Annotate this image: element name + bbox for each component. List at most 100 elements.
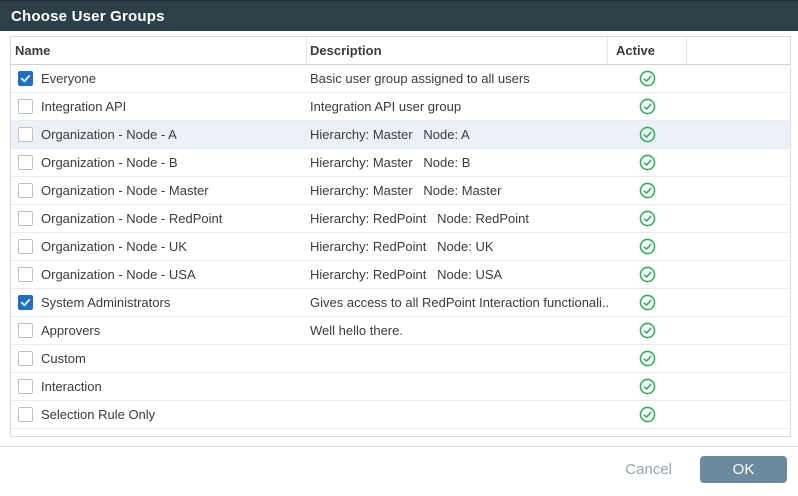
circle-check-icon — [639, 70, 656, 87]
checkbox-icon[interactable] — [18, 127, 33, 142]
group-table-body: Everyone Basic user group assigned to al… — [11, 65, 790, 429]
row-name-cell: Selection Rule Only — [11, 407, 307, 422]
row-active-cell — [608, 210, 687, 227]
row-active-cell — [608, 266, 687, 283]
row-name-cell: Custom — [11, 351, 307, 366]
row-name-label: Organization - Node - RedPoint — [41, 211, 222, 226]
column-header-name: Name — [11, 37, 307, 64]
row-active-cell — [608, 378, 687, 395]
row-description: Hierarchy: Master Node: B — [307, 155, 608, 170]
row-name-label: System Administrators — [41, 295, 170, 310]
row-name-label: Integration API — [41, 99, 126, 114]
row-active-cell — [608, 154, 687, 171]
row-active-cell — [608, 406, 687, 423]
circle-check-icon — [639, 266, 656, 283]
checkbox-icon[interactable] — [18, 407, 33, 422]
checkbox-icon[interactable] — [18, 99, 33, 114]
table-row[interactable]: Organization - Node - B Hierarchy: Maste… — [11, 149, 790, 177]
checkbox-icon[interactable] — [18, 71, 33, 86]
row-name-cell: Organization - Node - B — [11, 155, 307, 170]
row-active-cell — [608, 98, 687, 115]
row-name-label: Organization - Node - USA — [41, 267, 196, 282]
column-header-active: Active — [608, 37, 687, 64]
table-row[interactable]: Selection Rule Only — [11, 401, 790, 429]
circle-check-icon — [639, 154, 656, 171]
row-name-label: Approvers — [41, 323, 100, 338]
row-name-cell: Organization - Node - RedPoint — [11, 211, 307, 226]
table-row[interactable]: Custom — [11, 345, 790, 373]
row-name-label: Interaction — [41, 379, 102, 394]
checkbox-icon[interactable] — [18, 323, 33, 338]
table-header-row: Name Description Active — [11, 37, 790, 65]
row-description: Basic user group assigned to all users — [307, 71, 608, 86]
circle-check-icon — [639, 238, 656, 255]
checkbox-icon[interactable] — [18, 295, 33, 310]
checkbox-icon[interactable] — [18, 379, 33, 394]
row-active-cell — [608, 182, 687, 199]
row-active-cell — [608, 126, 687, 143]
column-header-description: Description — [307, 37, 608, 64]
circle-check-icon — [639, 98, 656, 115]
row-active-cell — [608, 322, 687, 339]
row-name-label: Selection Rule Only — [41, 407, 155, 422]
table-row[interactable]: Everyone Basic user group assigned to al… — [11, 65, 790, 93]
row-name-label: Organization - Node - A — [41, 127, 177, 142]
footer-divider — [0, 446, 798, 447]
dialog-title: Choose User Groups — [11, 8, 165, 25]
circle-check-icon — [639, 378, 656, 395]
check-glyph-icon — [20, 73, 31, 84]
table-row[interactable]: Organization - Node - USA Hierarchy: Red… — [11, 261, 790, 289]
row-name-label: Organization - Node - B — [41, 155, 178, 170]
circle-check-icon — [639, 126, 656, 143]
row-name-label: Everyone — [41, 71, 96, 86]
row-name-cell: Organization - Node - A — [11, 127, 307, 142]
row-name-cell: Organization - Node - Master — [11, 183, 307, 198]
check-glyph-icon — [20, 297, 31, 308]
table-row[interactable]: Interaction — [11, 373, 790, 401]
row-name-label: Custom — [41, 351, 86, 366]
row-description: Hierarchy: RedPoint Node: UK — [307, 239, 608, 254]
table-row[interactable]: System Administrators Gives access to al… — [11, 289, 790, 317]
table-row[interactable]: Organization - Node - UK Hierarchy: RedP… — [11, 233, 790, 261]
checkbox-icon[interactable] — [18, 155, 33, 170]
checkbox-icon[interactable] — [18, 239, 33, 254]
row-description: Hierarchy: Master Node: A — [307, 127, 608, 142]
checkbox-icon[interactable] — [18, 267, 33, 282]
row-active-cell — [608, 70, 687, 87]
row-active-cell — [608, 294, 687, 311]
row-name-label: Organization - Node - Master — [41, 183, 209, 198]
table-row[interactable]: Organization - Node - A Hierarchy: Maste… — [11, 121, 790, 149]
row-description: Hierarchy: RedPoint Node: RedPoint — [307, 211, 608, 226]
row-name-cell: Interaction — [11, 379, 307, 394]
table-row[interactable]: Organization - Node - Master Hierarchy: … — [11, 177, 790, 205]
row-name-cell: Organization - Node - UK — [11, 239, 307, 254]
checkbox-icon[interactable] — [18, 351, 33, 366]
row-description: Well hello there. — [307, 323, 608, 338]
row-description: Integration API user group — [307, 99, 608, 114]
table-row[interactable]: Approvers Well hello there. — [11, 317, 790, 345]
checkbox-icon[interactable] — [18, 183, 33, 198]
circle-check-icon — [639, 294, 656, 311]
dialog-titlebar: Choose User Groups — [0, 0, 798, 31]
row-name-cell: Integration API — [11, 99, 307, 114]
row-description: Gives access to all RedPoint Interaction… — [307, 295, 608, 310]
table-row[interactable]: Integration API Integration API user gro… — [11, 93, 790, 121]
circle-check-icon — [639, 210, 656, 227]
circle-check-icon — [639, 322, 656, 339]
row-description: Hierarchy: RedPoint Node: USA — [307, 267, 608, 282]
table-row[interactable]: Organization - Node - RedPoint Hierarchy… — [11, 205, 790, 233]
circle-check-icon — [639, 350, 656, 367]
row-name-label: Organization - Node - UK — [41, 239, 187, 254]
user-groups-table: Name Description Active Everyone Basic u… — [10, 36, 791, 437]
row-active-cell — [608, 350, 687, 367]
row-name-cell: Everyone — [11, 71, 307, 86]
row-description: Hierarchy: Master Node: Master — [307, 183, 608, 198]
row-active-cell — [608, 238, 687, 255]
circle-check-icon — [639, 406, 656, 423]
row-name-cell: System Administrators — [11, 295, 307, 310]
row-name-cell: Approvers — [11, 323, 307, 338]
ok-button[interactable]: OK — [700, 456, 787, 483]
circle-check-icon — [639, 182, 656, 199]
checkbox-icon[interactable] — [18, 211, 33, 226]
cancel-button[interactable]: Cancel — [623, 457, 674, 482]
